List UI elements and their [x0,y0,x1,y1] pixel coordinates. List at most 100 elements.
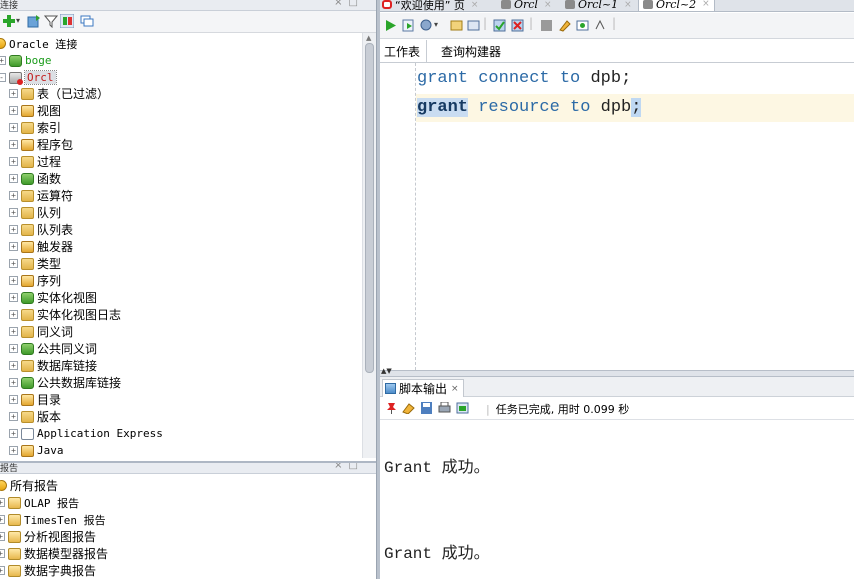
tree-node-triggers[interactable]: + 触发器 [9,238,73,255]
panel-window-controls[interactable]: ×□ [334,463,364,471]
report-item-data-dictionary[interactable]: + 数据字典报告 [0,562,96,579]
tree-node-operators[interactable]: + 运算符 [9,187,73,204]
tree-node-public-db-links[interactable]: + 公共数据库链接 [9,374,121,391]
scrollbar-thumb[interactable] [365,43,374,373]
unshared-sql-icon[interactable] [540,19,553,32]
tree-node-application-express[interactable]: + Application Express [9,425,163,442]
tab-query-builder[interactable]: 查询构建器 [441,43,501,60]
expand-icon[interactable]: + [9,191,18,200]
expand-icon[interactable]: + [9,293,18,302]
schema-browser-icon[interactable] [59,13,75,29]
expand-icon[interactable]: + [9,446,18,455]
expand-icon[interactable]: + [9,378,18,387]
expand-icon[interactable]: + [9,259,18,268]
refresh-icon[interactable] [27,14,41,28]
expand-icon[interactable]: + [9,123,18,132]
expand-icon[interactable]: + [9,429,18,438]
expand-icon[interactable]: + [9,89,18,98]
tree-node-java[interactable]: + Java [9,442,64,458]
expand-icon[interactable]: + [0,515,5,524]
expand-icon[interactable]: + [9,361,18,370]
sql-editor[interactable]: grant connect to dpb; grant resource to … [380,63,854,370]
run-statement-icon[interactable] [384,19,397,32]
expand-icon[interactable]: + [9,412,18,421]
report-item-olap[interactable]: + OLAP 报告 [0,494,79,511]
tree-node-indexes[interactable]: + 索引 [9,119,61,136]
sql-history-icon[interactable] [576,19,589,32]
rollback-icon[interactable] [511,19,524,32]
tab-orcl-2[interactable]: Orcl~2 × [638,0,715,11]
close-icon[interactable]: × [544,0,552,10]
expand-icon[interactable]: + [0,56,6,65]
tab-worksheet[interactable]: 工作表 [384,43,420,60]
expand-icon[interactable]: + [9,208,18,217]
tab-script-output[interactable]: 脚本输出 × [382,379,464,397]
format-icon[interactable] [594,19,607,32]
panel-window-controls[interactable]: ×□ [334,0,364,8]
scroll-up-icon[interactable]: ▲ [366,34,371,42]
pin-icon[interactable] [385,402,398,414]
report-item-analytic-views[interactable]: + 分析视图报告 [0,528,96,545]
tree-node-db-links[interactable]: + 数据库链接 [9,357,97,374]
connection-orcl[interactable]: - Orcl [0,69,57,86]
expand-icon[interactable]: + [0,549,5,558]
all-reports-root[interactable]: 所有报告 [0,477,58,494]
tree-node-packages[interactable]: + 程序包 [9,136,73,153]
tab-orcl[interactable]: Orcl × [501,0,552,11]
tree-node-functions[interactable]: + 函数 [9,170,61,187]
report-item-timesten[interactable]: + TimesTen 报告 [0,511,106,528]
code-line-1[interactable]: grant connect to dpb; [416,65,854,93]
close-icon[interactable]: × [702,0,710,9]
expand-icon[interactable]: + [9,242,18,251]
expand-icon[interactable]: + [9,140,18,149]
expand-icon[interactable]: + [9,395,18,404]
tree-node-tables[interactable]: + 表（已过滤） [9,85,109,102]
open-file-icon[interactable] [456,402,469,414]
dropdown-arrow-icon[interactable]: ▾ [434,20,447,33]
tree-node-synonyms[interactable]: + 同义词 [9,323,73,340]
expand-icon[interactable]: + [9,225,18,234]
expand-icon[interactable]: + [9,310,18,319]
expand-icon[interactable]: + [9,344,18,353]
tree-node-materialized-views[interactable]: + 实体化视图 [9,289,97,306]
close-icon[interactable]: × [471,0,479,10]
clear-icon[interactable] [558,19,571,32]
splitter-arrows-icon[interactable]: ▲▼ [381,367,392,375]
expand-icon[interactable]: + [0,566,5,575]
tree-node-types[interactable]: + 类型 [9,255,61,272]
connections-scrollbar[interactable]: ▲ [362,33,376,458]
expand-icon[interactable]: + [9,174,18,183]
expand-icon[interactable]: + [9,157,18,166]
expand-icon[interactable]: + [0,498,5,507]
code-line-2[interactable]: grant resource to dpb; [416,94,854,122]
eraser-icon[interactable] [402,402,415,415]
collapse-icon[interactable] [80,14,94,28]
tree-node-views[interactable]: + 视图 [9,102,61,119]
tab-welcome[interactable]: “欢迎使用” 页 × [382,0,479,11]
tree-node-editions[interactable]: + 版本 [9,408,61,425]
tree-node-directories[interactable]: + 目录 [9,391,61,408]
tree-node-procedures[interactable]: + 过程 [9,153,61,170]
oracle-connections-root[interactable]: Oracle 连接 [0,35,77,52]
autotrace-icon[interactable] [420,19,433,32]
tree-node-mview-logs[interactable]: + 实体化视图日志 [9,306,121,323]
close-icon[interactable]: × [624,0,632,10]
report-item-data-modeler[interactable]: + 数据模型器报告 [0,545,108,562]
run-script-icon[interactable] [402,19,415,32]
commit-icon[interactable] [493,19,506,32]
print-icon[interactable] [438,401,451,414]
collapse-node-icon[interactable]: - [0,73,6,82]
tree-node-queue-tables[interactable]: + 队列表 [9,221,73,238]
expand-icon[interactable]: + [0,532,5,541]
expand-icon[interactable]: + [9,276,18,285]
add-connection-icon[interactable] [2,14,16,28]
tree-node-public-synonyms[interactable]: + 公共同义词 [9,340,97,357]
tree-node-sequences[interactable]: + 序列 [9,272,61,289]
close-icon[interactable]: × [451,384,459,394]
explain-plan-icon[interactable] [450,19,463,32]
expand-icon[interactable]: + [9,327,18,336]
connection-boge[interactable]: + boge [0,52,52,69]
editor-output-splitter[interactable]: ▲▼ [380,367,854,377]
tree-node-queues[interactable]: + 队列 [9,204,61,221]
filter-icon[interactable] [43,14,59,29]
